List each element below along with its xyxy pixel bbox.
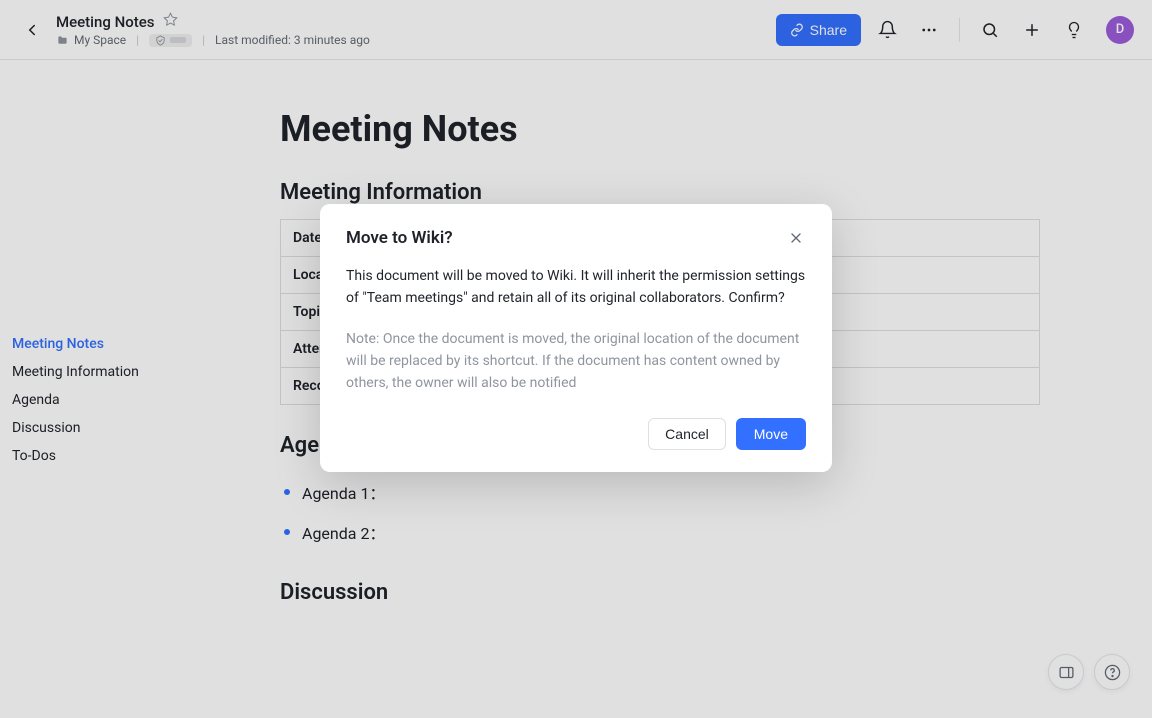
modal-note: Note: Once the document is moved, the or…: [346, 329, 806, 394]
modal-body: This document will be moved to Wiki. It …: [346, 266, 806, 309]
modal-title: Move to Wiki?: [346, 228, 453, 248]
modal-footer: Cancel Move: [346, 418, 806, 450]
modal-header: Move to Wiki?: [346, 228, 806, 248]
close-icon: [788, 230, 804, 246]
modal-close-button[interactable]: [786, 228, 806, 248]
move-button[interactable]: Move: [736, 418, 806, 450]
move-to-wiki-modal: Move to Wiki? This document will be move…: [320, 204, 832, 472]
cancel-button[interactable]: Cancel: [648, 418, 726, 450]
